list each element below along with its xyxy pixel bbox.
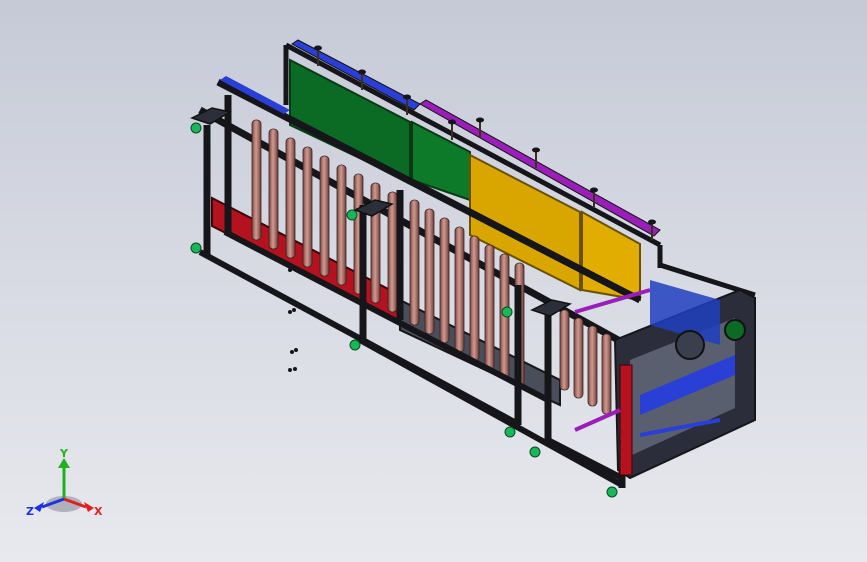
green-foot (346, 209, 358, 221)
cylinder (587, 325, 598, 407)
cylinder (601, 333, 612, 415)
cylinder (409, 199, 420, 326)
grey-base-plate (399, 298, 561, 407)
cylinder (424, 208, 435, 335)
cylinder (387, 191, 398, 313)
bolt-head (590, 187, 598, 193)
cylinder (484, 244, 495, 371)
cylinder (251, 119, 262, 241)
bolt-head (648, 219, 656, 225)
bolt-head (532, 147, 540, 153)
cylinder (336, 164, 347, 286)
cylinder (469, 235, 480, 362)
cylinder (302, 146, 313, 268)
x-axis-label: X (94, 505, 103, 518)
green-foot (190, 242, 202, 254)
green-foot (529, 446, 541, 458)
green-foot (606, 486, 618, 498)
cylinder (573, 317, 584, 399)
cylinder (285, 137, 296, 259)
green-foot (504, 426, 516, 438)
cad-model[interactable] (0, 0, 867, 562)
cylinder (559, 309, 570, 391)
bolt-head (476, 117, 484, 123)
z-axis-label: Z (26, 505, 34, 518)
cylinder (439, 217, 450, 344)
bolt-head (403, 94, 411, 100)
green-foot (349, 339, 361, 351)
cylinder (319, 155, 330, 277)
cylinder (268, 128, 279, 250)
green-foot (501, 306, 513, 318)
bolt-head (314, 45, 322, 51)
axis-triad: Y X Z (26, 447, 103, 518)
green-foot (190, 122, 202, 134)
y-axis-label: Y (59, 447, 69, 460)
cylinder (454, 226, 465, 353)
bolt-head (448, 119, 456, 125)
bolt-head (358, 69, 366, 75)
cad-viewport[interactable]: Y X Z (0, 0, 867, 562)
loose-fasteners (288, 266, 298, 372)
